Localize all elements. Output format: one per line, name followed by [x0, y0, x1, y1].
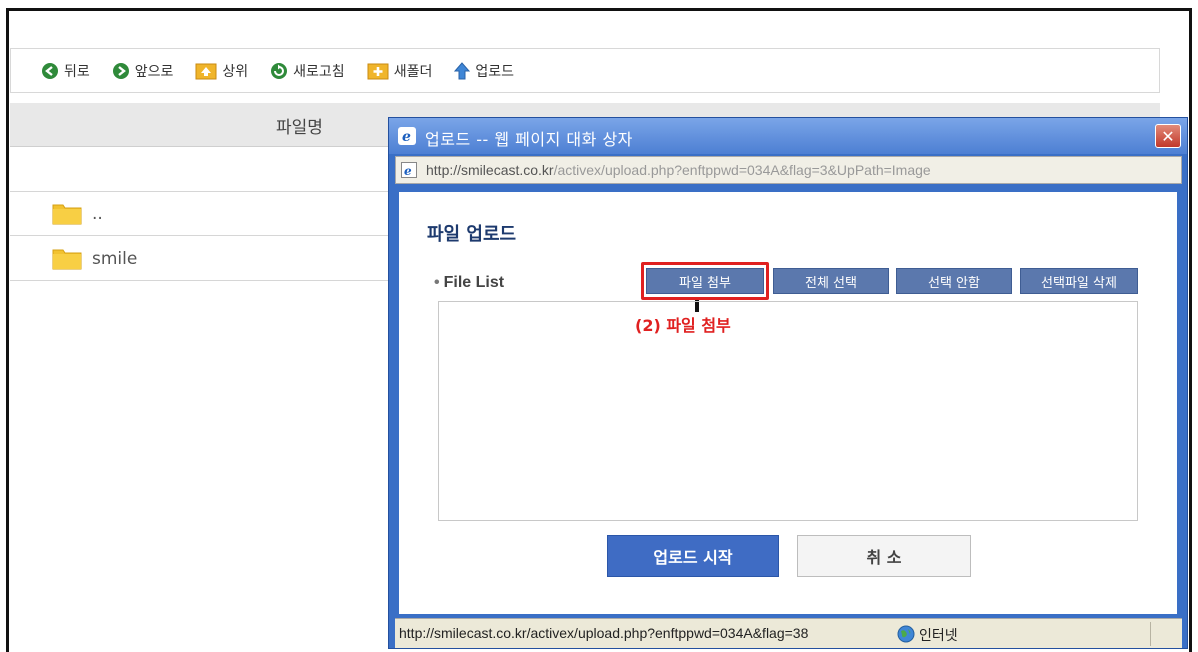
svg-text:e: e — [404, 164, 412, 178]
url-host: http://smilecast.co.kr — [426, 162, 554, 178]
file-list-box[interactable] — [438, 301, 1138, 521]
up-folder-icon — [195, 62, 217, 80]
select-all-button[interactable]: 전체 선택 — [773, 268, 889, 294]
folder-row-smile[interactable]: smile — [10, 237, 400, 281]
status-url: http://smilecast.co.kr/activex/upload.ph… — [399, 625, 809, 641]
back-button[interactable]: 뒤로 — [41, 61, 90, 81]
deselect-button[interactable]: 선택 안함 — [896, 268, 1012, 294]
dialog-address-bar: e http://smilecast.co.kr/activex/upload.… — [395, 156, 1182, 184]
up-label: 상위 — [222, 63, 249, 80]
forward-button[interactable]: 앞으로 — [112, 61, 174, 81]
upload-arrow-icon — [454, 61, 471, 80]
column-filename[interactable]: 파일명 — [276, 113, 323, 138]
back-label: 뒤로 — [64, 63, 90, 80]
file-toolbar: 뒤로 앞으로 상위 새로고침 새폴더 업로드 — [10, 48, 1160, 93]
refresh-label: 새로고침 — [293, 63, 345, 80]
dialog-content: 파일 업로드 • File List 파일 첨부 전체 선택 선택 안함 선택파일… — [399, 192, 1177, 614]
file-list-text: File List — [443, 274, 505, 291]
refresh-icon — [270, 62, 288, 80]
folder-name: .. — [92, 204, 103, 224]
security-zone: 인터넷 — [919, 628, 958, 644]
forward-arrow-icon — [112, 62, 130, 80]
bullet-icon: • — [434, 274, 440, 291]
file-list-label: • File List — [434, 274, 504, 292]
callout-highlight-box — [641, 262, 769, 300]
folder-name: smile — [92, 249, 138, 269]
close-icon: ✕ — [1161, 126, 1175, 146]
back-arrow-icon — [41, 62, 59, 80]
up-folder-button[interactable]: 상위 — [195, 61, 248, 81]
upload-dialog: e 업로드 -- 웹 페이지 대화 상자 ✕ e http://smilecas… — [388, 117, 1188, 649]
status-divider — [1150, 622, 1151, 646]
dialog-titlebar[interactable]: e 업로드 -- 웹 페이지 대화 상자 ✕ — [389, 118, 1187, 154]
start-upload-button[interactable]: 업로드 시작 — [607, 535, 779, 577]
folder-icon — [52, 246, 82, 274]
new-folder-label: 새폴더 — [393, 63, 433, 80]
new-folder-button[interactable]: 새폴더 — [367, 61, 433, 81]
forward-label: 앞으로 — [134, 63, 174, 80]
delete-selected-button[interactable]: 선택파일 삭제 — [1020, 268, 1138, 294]
globe-icon — [897, 625, 915, 647]
upload-heading: 파일 업로드 — [427, 224, 517, 245]
ie-icon: e — [398, 127, 416, 149]
close-button[interactable]: ✕ — [1155, 124, 1181, 148]
upload-label: 업로드 — [475, 63, 514, 80]
url-path: /activex/upload.php?enftppwd=034A&flag=3… — [553, 162, 931, 178]
dialog-url: http://smilecast.co.kr/activex/upload.ph… — [426, 162, 931, 178]
upload-button[interactable]: 업로드 — [454, 61, 514, 81]
dialog-title: 업로드 -- 웹 페이지 대화 상자 — [425, 130, 633, 149]
svg-text:e: e — [402, 129, 411, 145]
list-spacer-row — [10, 148, 400, 192]
page-icon: e — [401, 162, 417, 182]
dialog-status-bar: http://smilecast.co.kr/activex/upload.ph… — [395, 618, 1182, 648]
refresh-button[interactable]: 새로고침 — [270, 61, 345, 81]
new-folder-icon — [367, 62, 389, 80]
cancel-button[interactable]: 취 소 — [797, 535, 971, 577]
folder-icon — [52, 201, 82, 229]
folder-row-parent[interactable]: .. — [10, 192, 400, 236]
